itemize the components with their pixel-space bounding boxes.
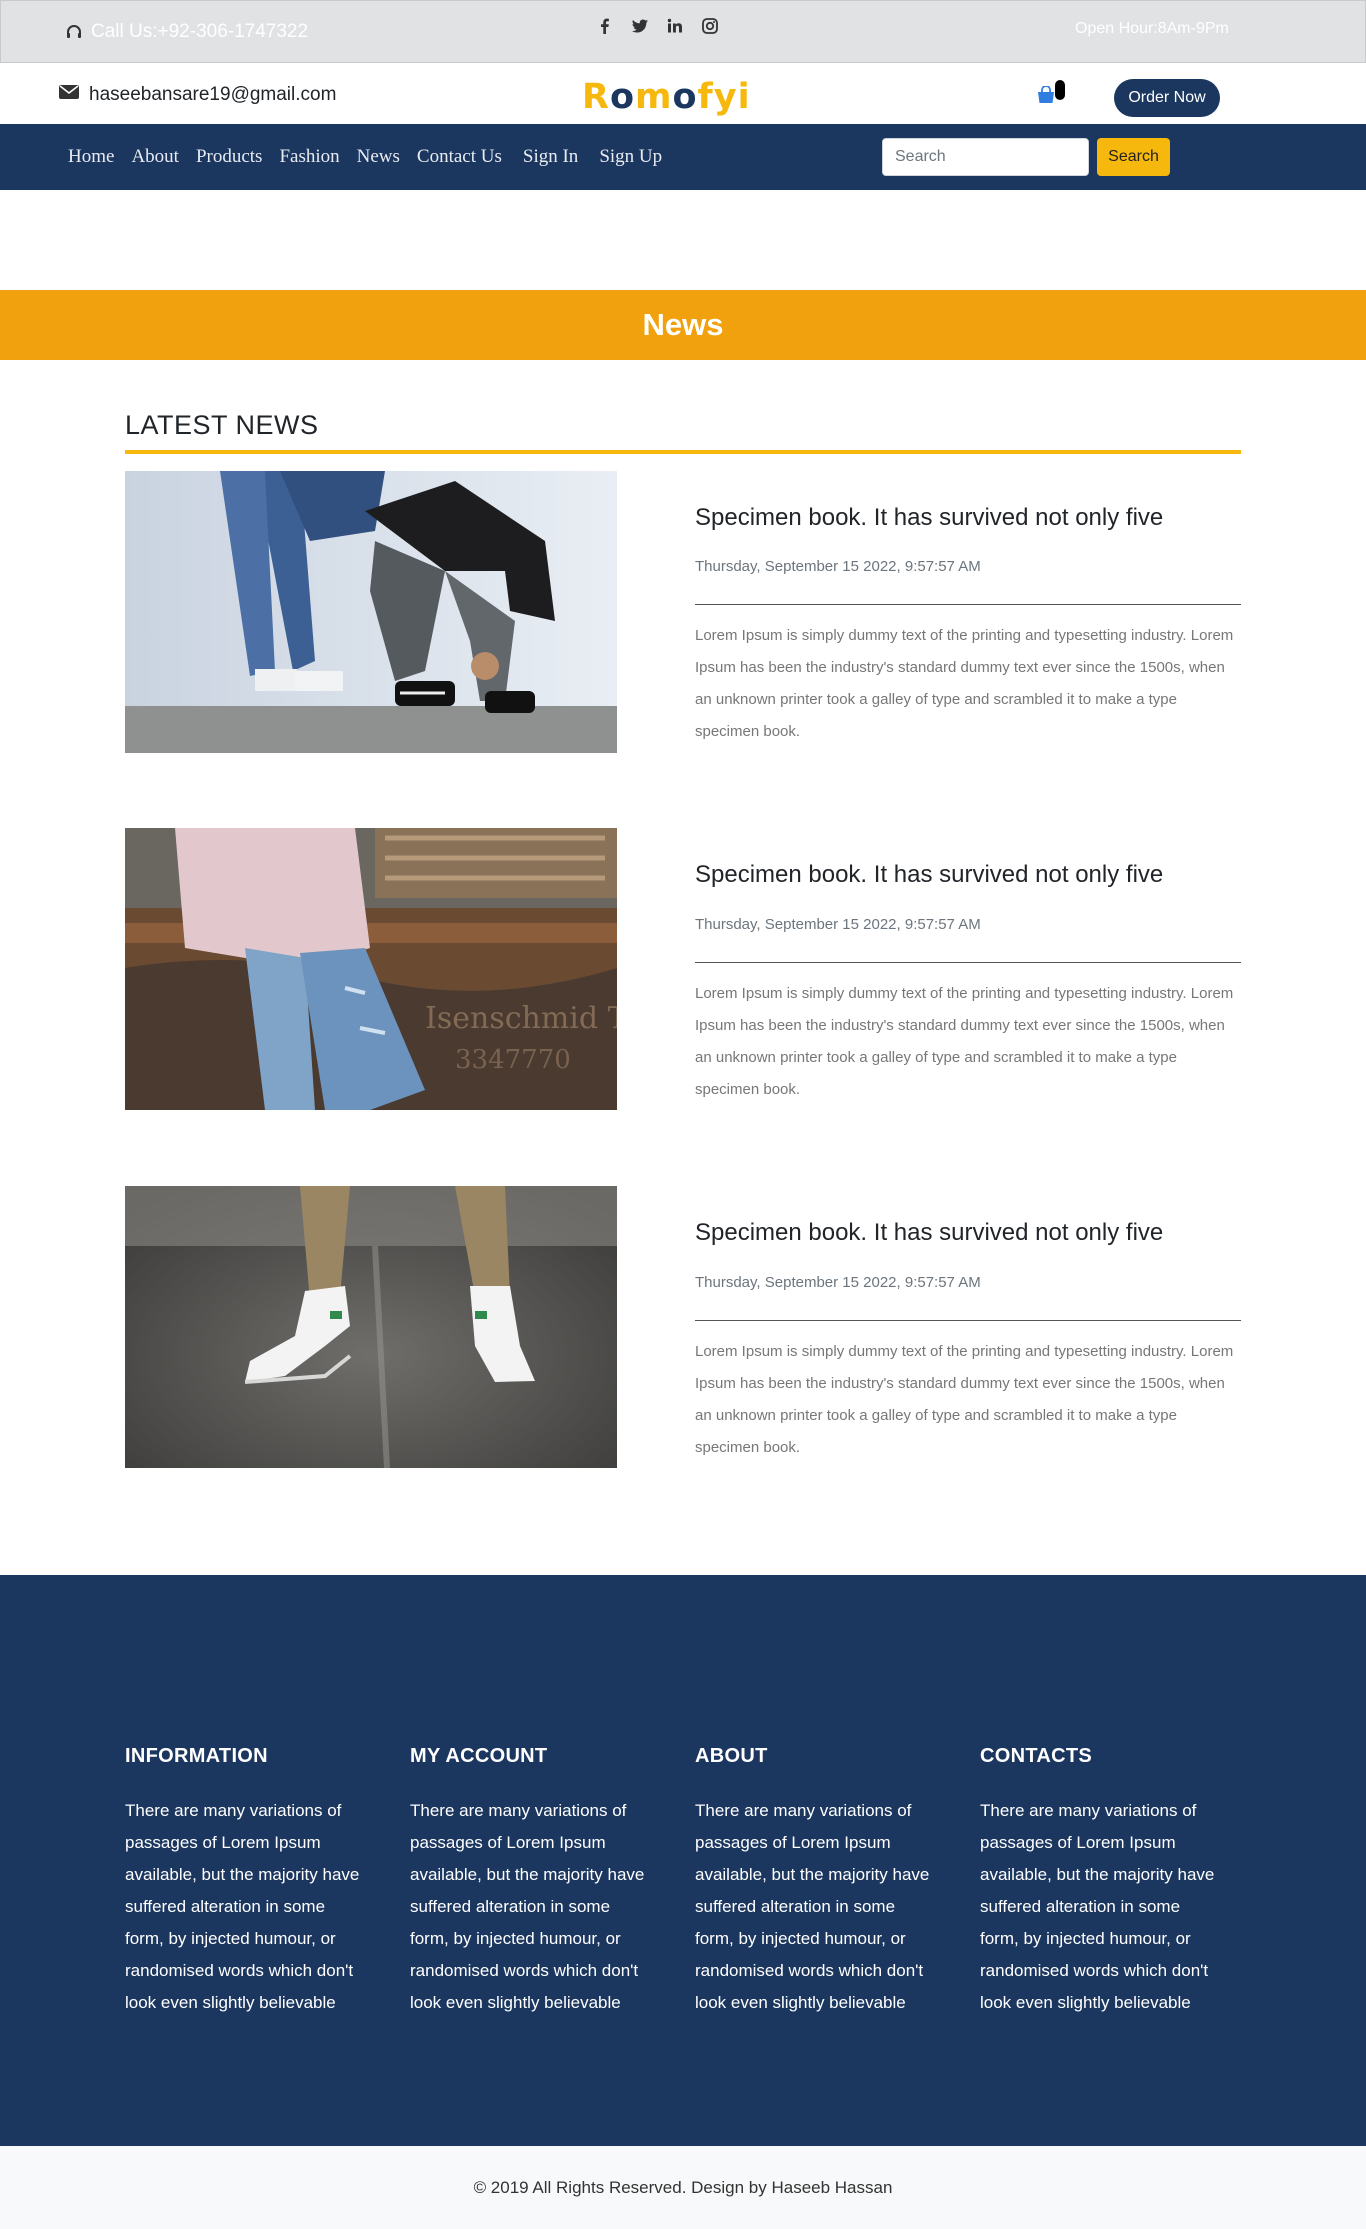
email-contact[interactable]: haseebansare19@gmail.com	[59, 84, 336, 106]
footer-column-information: INFORMATION There are many variations of…	[125, 1745, 365, 2019]
email-text: haseebansare19@gmail.com	[89, 84, 337, 105]
main-nav: Home About Products Fashion News Contact…	[0, 124, 1366, 190]
shopping-bag-icon	[1036, 85, 1056, 109]
order-now-button[interactable]: Order Now	[1114, 79, 1220, 117]
news-date: Thursday, September 15 2022, 9:57:57 AM	[695, 558, 981, 575]
nav-item-sign-up[interactable]: Sign Up	[599, 146, 662, 168]
news-divider	[695, 604, 1241, 605]
copyright-text: © 2019 All Rights Reserved. Design by Ha…	[473, 2177, 893, 2197]
open-hours: Open Hour:8Am-9Pm	[1075, 20, 1229, 37]
nav-links: Home About Products Fashion News Contact…	[68, 146, 679, 168]
footer-heading: MY ACCOUNT	[410, 1745, 548, 1767]
news-excerpt: Lorem Ipsum is simply dummy text of the …	[695, 1343, 1234, 1456]
nav-item-contact-us[interactable]: Contact Us	[417, 146, 502, 168]
footer-text: There are many variations of passages of…	[125, 1801, 360, 2012]
svg-text:3347770: 3347770	[455, 1045, 571, 1075]
envelope-icon	[59, 84, 79, 106]
news-title[interactable]: Specimen book. It has survived not only …	[695, 861, 1163, 889]
news-title[interactable]: Specimen book. It has survived not only …	[695, 1219, 1163, 1247]
svg-text:Isenschmid Thun: Isenschmid Thun	[425, 1001, 617, 1036]
news-date: Thursday, September 15 2022, 9:57:57 AM	[695, 1274, 981, 1291]
footer: INFORMATION There are many variations of…	[0, 1575, 1366, 2146]
news-date: Thursday, September 15 2022, 9:57:57 AM	[695, 916, 981, 933]
nav-item-products[interactable]: Products	[196, 146, 263, 168]
news-excerpt: Lorem Ipsum is simply dummy text of the …	[695, 627, 1234, 740]
site-logo[interactable]: Romofyi	[582, 77, 751, 117]
page-banner: News	[0, 290, 1366, 360]
footer-column-about: ABOUT There are many variations of passa…	[695, 1745, 935, 2019]
footer-heading: INFORMATION	[125, 1745, 268, 1767]
latest-news-heading: LATEST NEWS	[125, 410, 319, 440]
footer-heading: CONTACTS	[980, 1745, 1093, 1767]
header: haseebansare19@gmail.com Romofyi Order N…	[0, 63, 1366, 124]
headset-icon	[65, 23, 83, 41]
copyright-bar: © 2019 All Rights Reserved. Design by Ha…	[0, 2146, 1366, 2229]
heading-underline	[125, 450, 1241, 454]
search-button[interactable]: Search	[1097, 138, 1170, 176]
news-image-ripped-jeans[interactable]: Isenschmid Thun 3347770	[125, 828, 617, 1110]
cart-count-badge	[1055, 80, 1065, 100]
footer-text: There are many variations of passages of…	[410, 1801, 645, 2012]
top-bar: Call Us:+92-306-1747322 Open Hour:8Am-9P…	[0, 0, 1366, 63]
linkedin-icon[interactable]	[666, 17, 684, 35]
news-title[interactable]: Specimen book. It has survived not only …	[695, 504, 1163, 532]
page-title: News	[642, 307, 724, 342]
call-us[interactable]: Call Us:+92-306-1747322	[65, 21, 308, 43]
twitter-icon[interactable]	[631, 17, 649, 35]
news-image-sneakers-pair[interactable]	[125, 471, 617, 753]
instagram-icon[interactable]	[701, 17, 719, 35]
news-excerpt: Lorem Ipsum is simply dummy text of the …	[695, 985, 1234, 1098]
news-divider	[695, 1320, 1241, 1321]
nav-item-about[interactable]: About	[131, 146, 179, 168]
facebook-icon[interactable]	[596, 17, 614, 35]
nav-item-home[interactable]: Home	[68, 146, 114, 168]
footer-text: There are many variations of passages of…	[980, 1801, 1215, 2012]
search-input[interactable]	[882, 138, 1089, 176]
call-us-text: Call Us:+92-306-1747322	[91, 21, 309, 42]
news-divider	[695, 962, 1241, 963]
footer-column-my-account: MY ACCOUNT There are many variations of …	[410, 1745, 650, 2019]
footer-column-contacts: CONTACTS There are many variations of pa…	[980, 1745, 1220, 2019]
news-image-white-sneakers[interactable]	[125, 1186, 617, 1468]
nav-item-news[interactable]: News	[357, 146, 400, 168]
nav-item-fashion[interactable]: Fashion	[279, 146, 339, 168]
nav-item-sign-in[interactable]: Sign In	[523, 146, 578, 168]
footer-text: There are many variations of passages of…	[695, 1801, 930, 2012]
social-links	[596, 17, 719, 35]
cart-button[interactable]	[1036, 80, 1066, 106]
footer-heading: ABOUT	[695, 1745, 768, 1767]
